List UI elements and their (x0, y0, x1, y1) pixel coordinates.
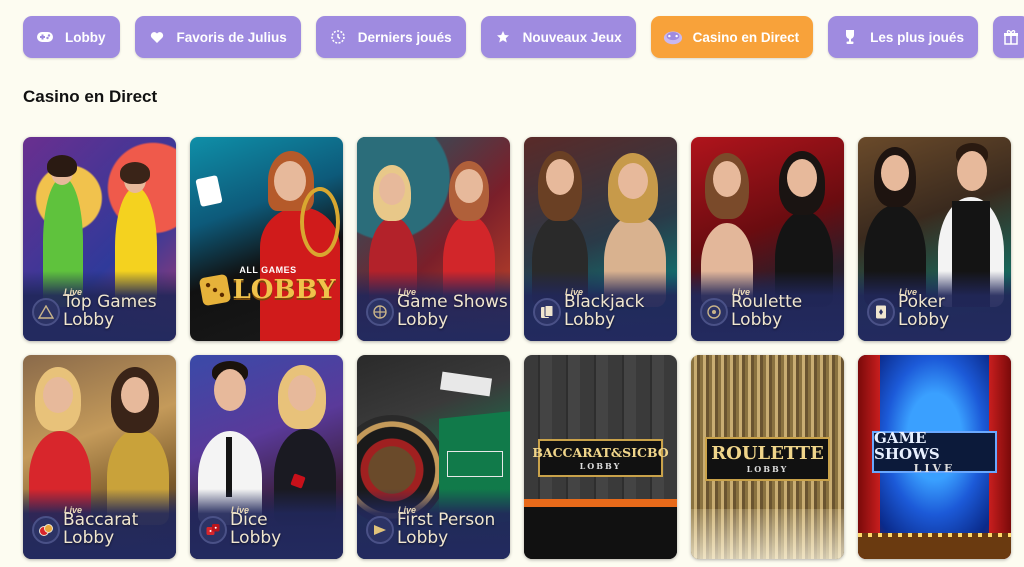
tab-bonus[interactable] (992, 16, 1024, 58)
game-card-dice[interactable]: Live Dice Lobby (190, 355, 343, 559)
game-title: Baccarat Lobby (63, 510, 139, 548)
game-title: First Person Lobby (397, 510, 496, 548)
heart-icon (147, 27, 167, 47)
tab-label: Les plus joués (870, 29, 964, 45)
game-card-game-shows-live[interactable]: GAME SHOWS LIVE (858, 355, 1011, 559)
game-card-blackjack[interactable]: Live Blackjack Lobby (524, 137, 677, 341)
cards-icon (533, 298, 561, 326)
roulette-icon (700, 298, 728, 326)
tab-label: Lobby (65, 29, 106, 45)
trophy-icon (840, 27, 860, 47)
game-card-roulette[interactable]: Live Roulette Lobby (691, 137, 844, 341)
game-card-game-shows[interactable]: Live Game Shows Lobby (357, 137, 510, 341)
pyramid-icon (32, 298, 60, 326)
dice-icon (199, 516, 227, 544)
game-title: Dice Lobby (230, 510, 282, 548)
gamepad-icon (35, 27, 55, 47)
category-tabs: Lobby Favoris de Julius Derniers joués N… (23, 16, 1024, 58)
tab-label: Derniers joués (357, 29, 452, 45)
tab-new-games[interactable]: Nouveaux Jeux (480, 16, 636, 58)
lobby-sign: GAME SHOWS LIVE (872, 430, 997, 475)
game-thumbnail (190, 137, 343, 341)
live-casino-icon (663, 27, 683, 47)
gift-icon (1003, 27, 1020, 47)
dice-icon (198, 273, 231, 307)
tab-recently-played[interactable]: Derniers joués (315, 16, 466, 58)
wheel-icon (366, 298, 394, 326)
game-card-first-person[interactable]: Live First Person Lobby (357, 355, 510, 559)
poker-card-icon (867, 298, 895, 326)
chips-icon (32, 516, 60, 544)
section-title: Casino en Direct (23, 87, 158, 106)
all-games-lobby-logo: ALL GAMES LOBBY (198, 265, 336, 307)
tab-favorites[interactable]: Favoris de Julius (134, 16, 301, 58)
game-card-roulette-lobby[interactable]: ROULETTE LOBBY (691, 355, 844, 559)
first-person-icon (366, 516, 394, 544)
game-title: Roulette Lobby (731, 292, 803, 330)
game-card-baccarat-sicbo-lobby[interactable]: BACCARAT&SICBO LOBBY (524, 355, 677, 559)
lobby-sign: BACCARAT&SICBO LOBBY (532, 439, 669, 477)
lobby-sign: ROULETTE LOBBY (705, 437, 830, 481)
clock-icon (328, 27, 348, 47)
game-title: Top Games Lobby (63, 292, 157, 330)
tab-most-played[interactable]: Les plus joués (828, 16, 978, 58)
game-title: Game Shows Lobby (397, 292, 508, 330)
tab-label: Favoris de Julius (176, 29, 287, 45)
game-grid: Live Top Games Lobby ALL GAMES LOBBY Liv… (23, 137, 1011, 559)
game-title: Blackjack Lobby (564, 292, 645, 330)
game-title: Poker Lobby (898, 292, 950, 330)
game-card-top-games[interactable]: Live Top Games Lobby (23, 137, 176, 341)
tab-lobby[interactable]: Lobby (23, 16, 120, 58)
star-icon (493, 27, 513, 47)
tab-label: Casino en Direct (692, 29, 800, 45)
game-card-baccarat[interactable]: Live Baccarat Lobby (23, 355, 176, 559)
tab-label: Nouveaux Jeux (522, 29, 622, 45)
game-card-all-games-lobby[interactable]: ALL GAMES LOBBY (190, 137, 343, 341)
game-card-poker[interactable]: Live Poker Lobby (858, 137, 1011, 341)
tab-live-casino[interactable]: Casino en Direct (650, 16, 814, 58)
